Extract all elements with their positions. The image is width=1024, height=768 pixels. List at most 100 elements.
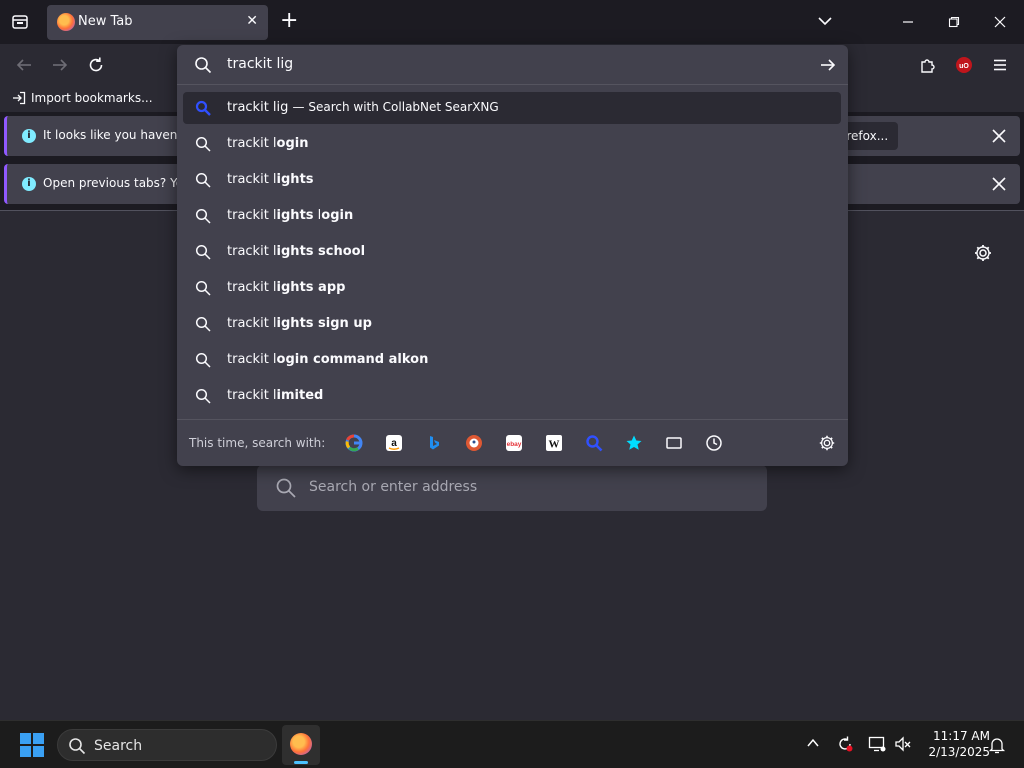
chevron-down-icon (818, 17, 832, 26)
google-icon[interactable] (344, 433, 364, 453)
suggestion-completion: ights sign up (276, 316, 372, 331)
tabs-icon[interactable] (664, 433, 684, 453)
back-button[interactable] (12, 53, 36, 77)
search-suggestion[interactable]: trackit login (183, 128, 841, 160)
volume-muted-icon[interactable] (894, 735, 912, 753)
suggestion-completion: ights school (276, 244, 366, 259)
searxng-icon[interactable] (584, 433, 604, 453)
suggestion-text: trackit lights school (227, 244, 365, 259)
home-search-placeholder: Search or enter address (309, 479, 478, 495)
go-arrow-icon[interactable] (818, 55, 838, 75)
puzzle-piece-icon (921, 59, 935, 73)
windows-taskbar: Search 11:17 AM 2/13/2025 (0, 720, 1024, 768)
suggestion-completion: ogin (276, 136, 309, 151)
firefox-view-button[interactable] (8, 10, 32, 34)
firefox-logo-icon (57, 13, 75, 31)
personalize-button[interactable] (973, 243, 993, 267)
search-result-heuristic[interactable]: trackit lig — Search with CollabNet Sear… (183, 92, 841, 124)
restore-button[interactable] (944, 12, 964, 32)
tab-close-icon[interactable]: ✕ (246, 13, 258, 29)
suggestion-typed-part: trackit l (227, 280, 277, 295)
one-off-search-row: This time, search with: a ebay W (177, 419, 848, 466)
clock-time: 11:17 AM (933, 729, 990, 743)
close-icon (994, 16, 1006, 28)
search-icon (195, 352, 211, 368)
search-icon (69, 738, 86, 755)
arrow-right-icon (53, 59, 68, 71)
wikipedia-icon[interactable]: W (544, 433, 564, 453)
duckduckgo-icon[interactable] (464, 433, 484, 453)
bookmarks-icon[interactable] (624, 433, 644, 453)
search-icon (195, 280, 211, 296)
home-search-box[interactable]: Search or enter address (257, 465, 767, 511)
search-suggestion[interactable]: trackit lights (183, 164, 841, 196)
list-all-tabs-button[interactable] (816, 12, 834, 34)
history-icon[interactable] (704, 433, 724, 453)
suggestion-typed-part: trackit l (227, 208, 277, 223)
suggestion-typed-part: trackit l (227, 352, 277, 367)
network-icon[interactable] (868, 735, 886, 753)
url-input[interactable]: trackit lig (227, 56, 293, 72)
minimize-button[interactable] (898, 12, 918, 32)
forward-button[interactable] (48, 53, 72, 77)
suggestion-completion: imited (276, 388, 324, 403)
notification-bell-icon[interactable] (988, 736, 1006, 754)
extensions-button[interactable] (916, 53, 940, 77)
taskbar-search[interactable]: Search (57, 729, 277, 761)
tab-new-tab[interactable]: New Tab ✕ (47, 5, 268, 40)
start-button[interactable] (20, 733, 44, 757)
gear-icon (819, 435, 835, 451)
search-suggestion[interactable]: trackit lights login (183, 200, 841, 232)
amazon-icon[interactable]: a (384, 433, 404, 453)
system-clock[interactable]: 11:17 AM 2/13/2025 (918, 728, 990, 760)
app-menu-button[interactable] (988, 53, 1012, 77)
reload-icon (89, 57, 103, 72)
search-suggestion[interactable]: trackit lights sign up (183, 308, 841, 340)
result-action: — Search with CollabNet SearXNG (292, 100, 499, 114)
ebay-icon[interactable]: ebay (504, 433, 524, 453)
suggestion-text: trackit lights login (227, 208, 353, 223)
info-icon: i (22, 177, 36, 191)
searxng-icon (195, 100, 211, 116)
firefox-logo-icon (290, 733, 312, 755)
close-icon[interactable] (990, 127, 1008, 145)
ublock-origin-icon: uO (956, 57, 972, 73)
search-suggestion[interactable]: trackit limited (183, 380, 841, 412)
taskbar-firefox[interactable] (282, 725, 320, 765)
running-indicator (294, 761, 308, 764)
suggestion-text: trackit lights (227, 172, 314, 187)
chevron-up-icon[interactable] (805, 735, 821, 751)
result-query: trackit lig (227, 100, 289, 115)
suggestion-typed-part: trackit l (227, 316, 277, 331)
search-icon (195, 316, 211, 332)
suggestion-text: trackit login (227, 136, 309, 151)
suggestion-text: trackit lights app (227, 280, 345, 295)
import-icon (13, 91, 26, 105)
ublock-origin-button[interactable]: uO (952, 53, 976, 77)
search-suggestion[interactable]: trackit lights school (183, 236, 841, 268)
svg-text:uO: uO (959, 63, 969, 70)
suggestion-typed-part: trackit l (227, 388, 277, 403)
svg-text:ebay: ebay (507, 441, 522, 448)
search-suggestion[interactable]: trackit lights app (183, 272, 841, 304)
import-bookmarks-button[interactable]: Import bookmarks... (12, 91, 153, 105)
search-icon (195, 136, 211, 152)
url-input-row[interactable]: trackit lig (177, 45, 848, 85)
suggestion-completion: ights (276, 208, 314, 223)
new-tab-button[interactable]: + (280, 10, 298, 32)
tab-strip: New Tab ✕ + (0, 0, 1024, 44)
import-bookmarks-label: Import bookmarks... (31, 91, 153, 105)
close-icon[interactable] (990, 175, 1008, 193)
minimize-icon (903, 21, 913, 23)
sync-icon[interactable] (836, 735, 854, 753)
close-window-button[interactable] (990, 12, 1010, 32)
search-suggestion[interactable]: trackit login command alkon (183, 344, 841, 376)
search-settings-button[interactable] (818, 434, 836, 456)
one-off-label: This time, search with: (189, 436, 326, 450)
bing-icon[interactable] (424, 433, 444, 453)
firefox-view-icon (12, 15, 28, 29)
suggestion-completion: ogin (321, 208, 354, 223)
clock-date: 2/13/2025 (928, 745, 990, 759)
suggestion-text: trackit lights sign up (227, 316, 372, 331)
reload-button[interactable] (84, 53, 108, 77)
